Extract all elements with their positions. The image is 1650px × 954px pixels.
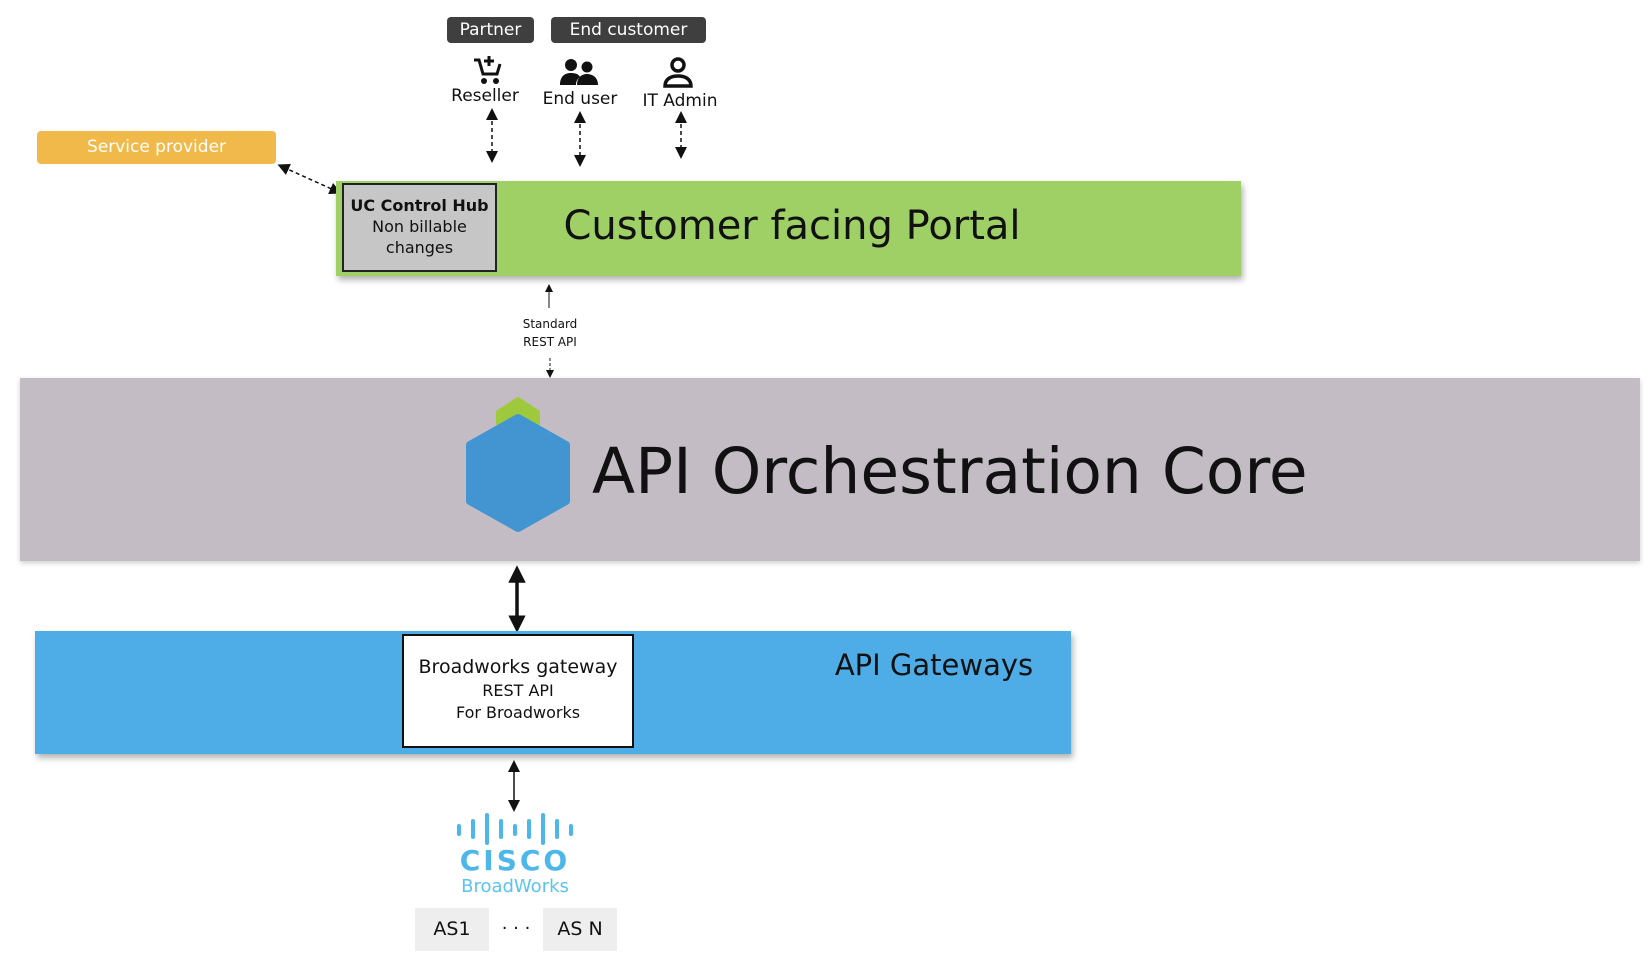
service-provider-arrow [277,164,342,194]
service-provider-badge: Service provider [37,131,276,164]
uc-control-hub: UC Control Hub Non billable changes [342,183,497,272]
rest-api-line2: REST API [523,335,577,349]
uc-title: UC Control Hub [350,196,489,215]
server-ellipsis: · · · [501,918,531,939]
broadworks-label: BroadWorks [461,876,569,897]
cisco-wordmark: CISCO [459,844,571,877]
bw-line2: For Broadworks [455,703,581,722]
bw-title: Broadworks gateway [418,656,618,678]
uc-line2: changes [385,238,454,257]
rest-api-line1: Standard [522,317,578,331]
server-as1: AS1 [415,908,489,951]
rest-api-label: Standard REST API [500,315,600,351]
uc-line1: Non billable [372,217,467,236]
server-asn: AS N [543,908,617,951]
broadworks-gateway: Broadworks gateway REST API For Broadwor… [402,634,634,748]
orchestration-hex-logo [466,397,570,532]
gateways-title: API Gateways [834,648,1034,682]
core-title: API Orchestration Core [592,435,1308,508]
bw-line1: REST API [482,681,554,700]
portal-title: Customer facing Portal [563,203,1021,249]
cisco-bars-icon [457,813,573,845]
